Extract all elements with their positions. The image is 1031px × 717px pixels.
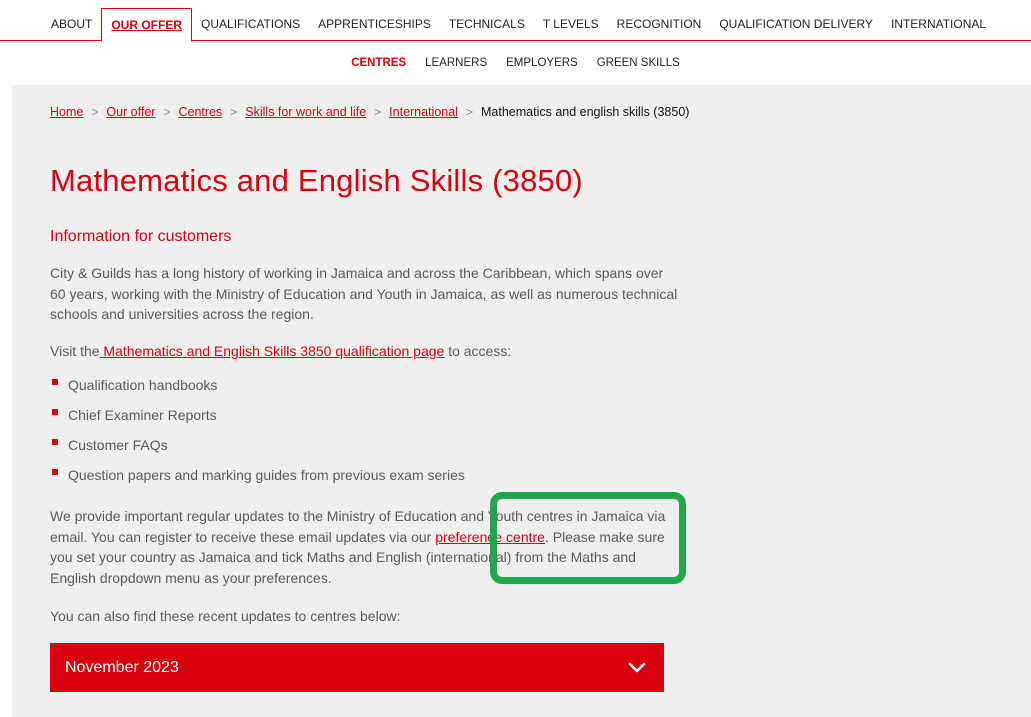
- list-item-text: Qualification handbooks: [68, 377, 218, 393]
- nav-item-qualification-delivery[interactable]: QUALIFICATION DELIVERY: [710, 8, 882, 41]
- list-item-text: Customer FAQs: [68, 437, 168, 453]
- recent-updates-paragraph: You can also find these recent updates t…: [50, 608, 401, 624]
- breadcrumb-separator-icon: >: [230, 105, 238, 119]
- list-item: Question papers and marking guides from …: [50, 465, 465, 495]
- red-square-bullet-icon: [52, 469, 58, 475]
- breadcrumb-separator-icon: >: [465, 105, 473, 119]
- breadcrumb: Home > Our offer > Centres > Skills for …: [50, 105, 689, 119]
- red-square-bullet-icon: [52, 439, 58, 445]
- nav-item-recognition[interactable]: RECOGNITION: [608, 8, 711, 41]
- list-item: Qualification handbooks: [50, 375, 465, 405]
- red-square-bullet-icon: [52, 379, 58, 385]
- intro-paragraph: City & Guilds has a long history of work…: [50, 265, 678, 322]
- visit-paragraph: Visit the Mathematics and English Skills…: [50, 341, 680, 362]
- breadcrumb-skills-for-work-and-life[interactable]: Skills for work and life: [245, 105, 366, 119]
- subnav-item-learners[interactable]: LEARNERS: [416, 57, 497, 69]
- breadcrumb-separator-icon: >: [374, 105, 382, 119]
- resources-list: Qualification handbooks Chief Examiner R…: [50, 375, 465, 495]
- qualification-page-link[interactable]: Mathematics and English Skills 3850 qual…: [100, 343, 444, 359]
- red-square-bullet-icon: [52, 409, 58, 415]
- accordion-title: November 2023: [65, 658, 179, 676]
- breadcrumb-current: Mathematics and english skills (3850): [481, 105, 690, 119]
- section-heading: Information for customers: [50, 228, 232, 245]
- list-item-text: Chief Examiner Reports: [68, 407, 217, 423]
- nav-item-qualifications[interactable]: QUALIFICATIONS: [192, 8, 309, 41]
- nav-item-our-offer[interactable]: OUR OFFER: [101, 8, 193, 42]
- chevron-down-icon: [628, 662, 646, 672]
- subnav-item-centres[interactable]: CENTRES: [342, 57, 416, 69]
- main-content: Home > Our offer > Centres > Skills for …: [12, 85, 1031, 717]
- subnav-item-employers[interactable]: EMPLOYERS: [497, 57, 588, 69]
- breadcrumb-home[interactable]: Home: [50, 105, 83, 119]
- nav-item-t-levels[interactable]: T LEVELS: [534, 8, 608, 41]
- list-item-text: Question papers and marking guides from …: [68, 467, 465, 483]
- nav-item-about[interactable]: ABOUT: [42, 8, 101, 41]
- highlight-box: [490, 492, 686, 584]
- nav-item-international[interactable]: INTERNATIONAL: [882, 8, 995, 41]
- sub-navigation: CENTRES LEARNERS EMPLOYERS GREEN SKILLS: [0, 41, 1031, 85]
- breadcrumb-separator-icon: >: [163, 105, 171, 119]
- visit-prefix: Visit the: [50, 343, 100, 359]
- page-title: Mathematics and English Skills (3850): [50, 163, 583, 198]
- nav-item-technicals[interactable]: TECHNICALS: [440, 8, 534, 41]
- breadcrumb-centres[interactable]: Centres: [178, 105, 222, 119]
- accordion-november-2023[interactable]: November 2023: [50, 643, 664, 692]
- list-item: Chief Examiner Reports: [50, 405, 465, 435]
- subnav-item-green-skills[interactable]: GREEN SKILLS: [587, 57, 689, 69]
- list-item: Customer FAQs: [50, 435, 465, 465]
- nav-item-apprenticeships[interactable]: APPRENTICESHIPS: [309, 8, 440, 41]
- breadcrumb-international[interactable]: International: [389, 105, 458, 119]
- breadcrumb-separator-icon: >: [91, 105, 99, 119]
- visit-suffix: to access:: [444, 343, 512, 359]
- breadcrumb-our-offer[interactable]: Our offer: [106, 105, 155, 119]
- top-navigation: ABOUT OUR OFFER QUALIFICATIONS APPRENTIC…: [0, 0, 1031, 42]
